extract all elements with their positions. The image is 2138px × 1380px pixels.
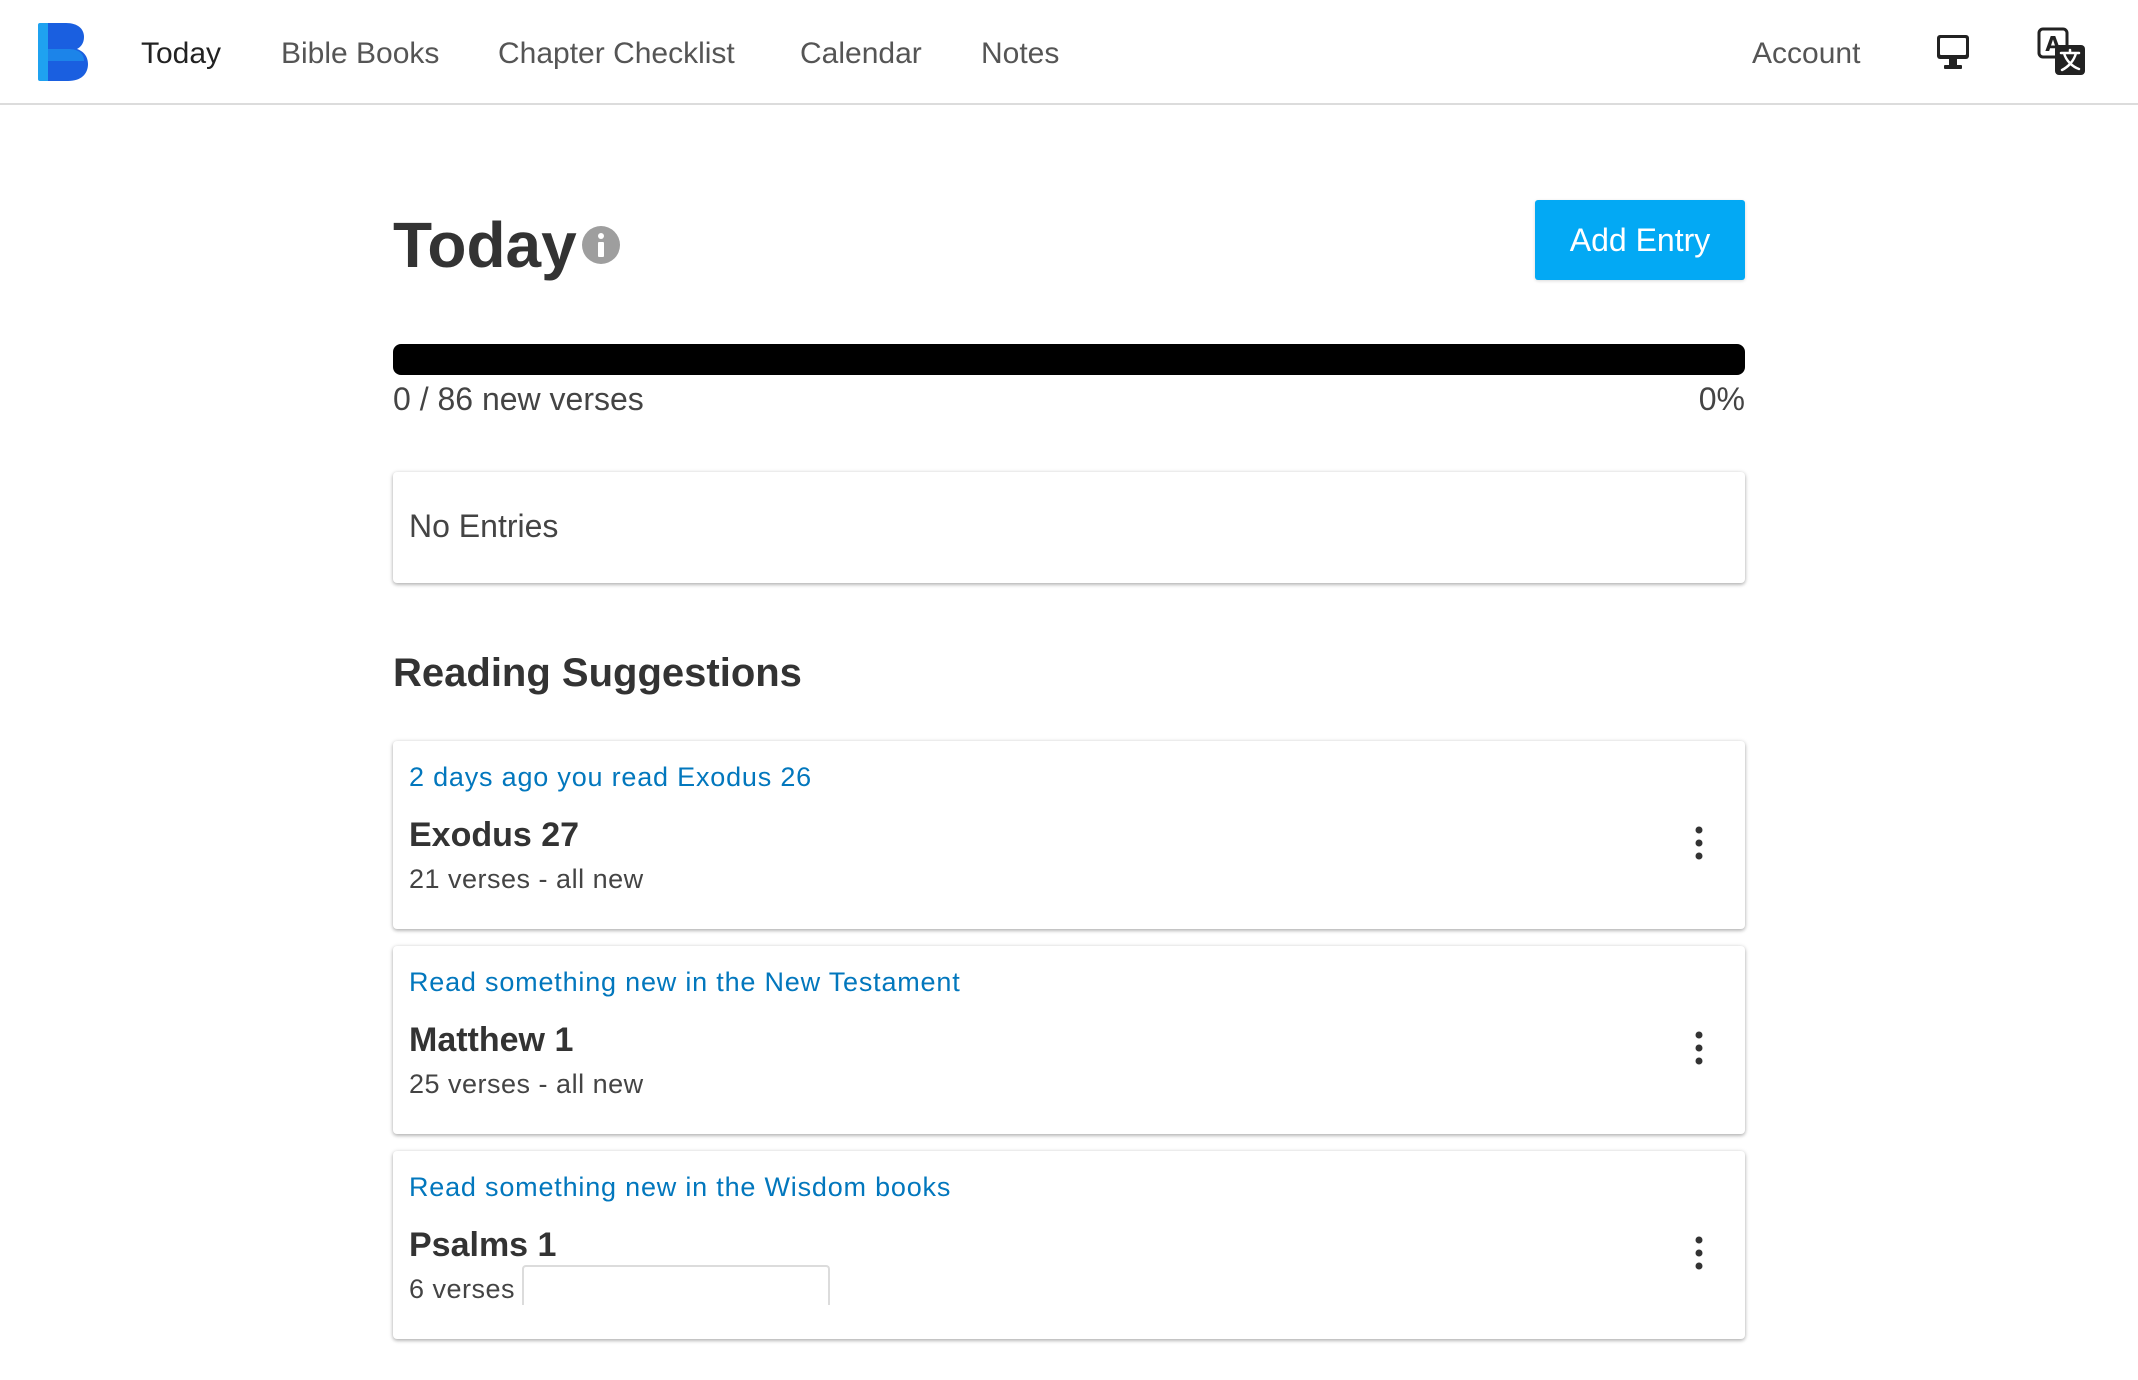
suggestion-title: Exodus 27 (409, 816, 580, 854)
entries-card: No Entries (393, 472, 1745, 583)
add-entry-button[interactable]: Add Entry (1535, 200, 1745, 280)
more-suggestions-button[interactable] (522, 1265, 830, 1305)
more-vert-icon[interactable] (1689, 825, 1709, 861)
reading-suggestions-heading: Reading Suggestions (393, 651, 802, 695)
suggestion-reason: 2 days ago you read Exodus 26 (409, 762, 812, 792)
more-vert-icon[interactable] (1689, 1235, 1709, 1271)
page-title: Today (393, 209, 577, 281)
suggestion-reason: Read something new in the Wisdom books (409, 1172, 952, 1202)
nav-calendar[interactable]: Calendar (800, 34, 922, 74)
suggestion-subtitle: 25 verses - all new (409, 1069, 644, 1099)
top-navigation: Today Bible Books Chapter Checklist Cale… (0, 0, 2138, 105)
progress-bar (393, 344, 1745, 375)
nav-today[interactable]: Today (141, 34, 221, 74)
suggestion-card[interactable]: 2 days ago you read Exodus 26 Exodus 27 … (393, 741, 1745, 929)
suggestion-card[interactable]: Read something new in the New Testament … (393, 946, 1745, 1134)
monitor-icon[interactable] (1936, 34, 1970, 70)
nav-chapter-checklist[interactable]: Chapter Checklist (498, 34, 735, 74)
app-logo[interactable] (38, 23, 88, 81)
suggestion-reason: Read something new in the New Testament (409, 967, 961, 997)
suggestion-subtitle: 21 verses - all new (409, 864, 644, 894)
nav-notes[interactable]: Notes (981, 34, 1059, 74)
more-vert-icon[interactable] (1689, 1030, 1709, 1066)
suggestion-card[interactable]: Read something new in the Wisdom books P… (393, 1151, 1745, 1339)
no-entries-text: No Entries (409, 508, 559, 544)
translate-icon[interactable]: A (2037, 27, 2087, 77)
suggestion-title: Psalms 1 (409, 1226, 557, 1264)
suggestion-title: Matthew 1 (409, 1021, 574, 1059)
progress-percent: 0% (1698, 381, 1745, 417)
nav-account[interactable]: Account (1752, 34, 1860, 74)
info-icon[interactable] (581, 225, 621, 265)
nav-bible-books[interactable]: Bible Books (281, 34, 439, 74)
progress-count: 0 / 86 new verses (393, 381, 644, 417)
